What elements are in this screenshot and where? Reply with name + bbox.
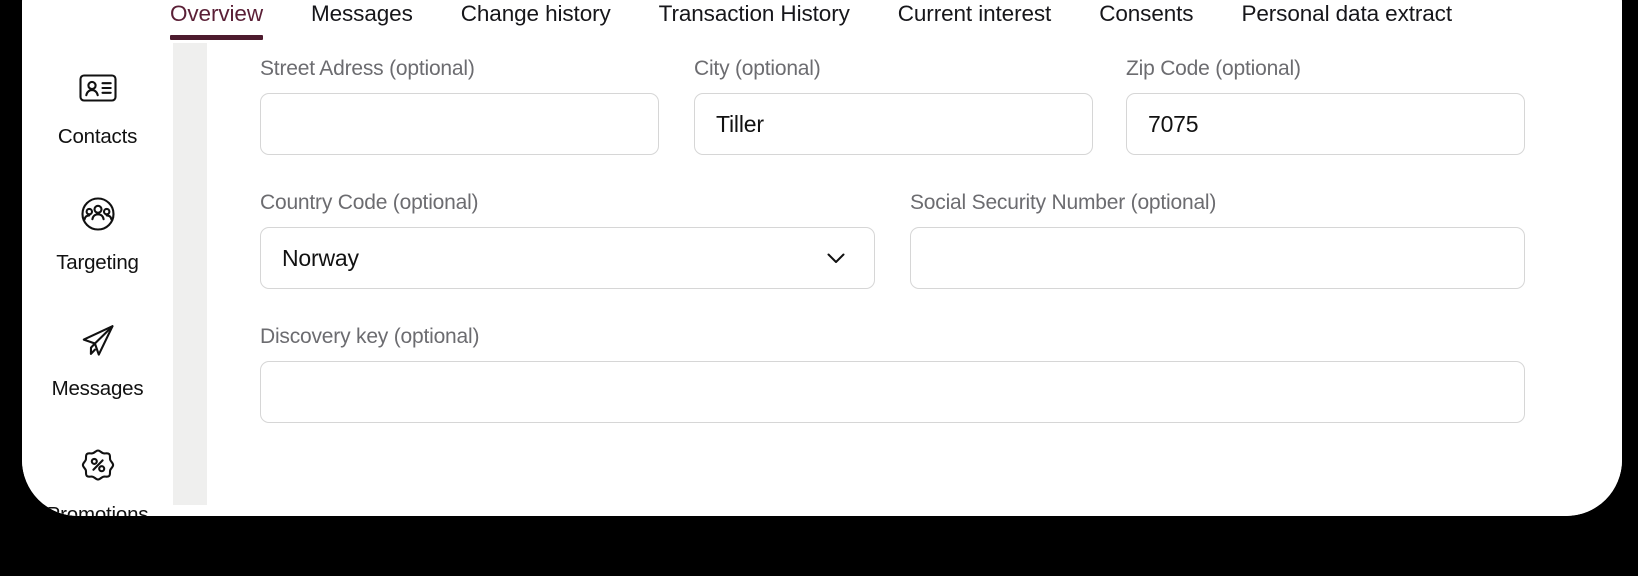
street-address-input[interactable]: [260, 93, 659, 155]
tab-transaction-history[interactable]: Transaction History: [659, 0, 850, 40]
percent-badge-icon: [75, 443, 121, 489]
tab-consents[interactable]: Consents: [1099, 0, 1193, 40]
city-input[interactable]: Tiller: [694, 93, 1093, 155]
tab-bar: Overview Messages Change history Transac…: [22, 0, 1622, 43]
tab-label: Change history: [460, 1, 611, 26]
sidebar-item-label: Contacts: [57, 125, 138, 148]
tab-label: Consents: [1099, 1, 1194, 26]
tab-current-interest[interactable]: Current interest: [897, 0, 1052, 40]
field-country-code: Country Code (optional) Norway: [260, 190, 875, 289]
ssn-label: Social Security Number (optional): [910, 191, 1217, 214]
zip-code-label: Zip Code (optional): [1126, 57, 1301, 80]
people-circle-icon: [75, 191, 121, 237]
discovery-key-input[interactable]: [260, 361, 1525, 423]
country-code-label: Country Code (optional): [260, 191, 479, 214]
discovery-key-label: Discovery key (optional): [260, 325, 480, 348]
tab-personal-data-extract[interactable]: Personal data extract: [1241, 0, 1452, 40]
chevron-down-icon: [823, 245, 849, 271]
ssn-input[interactable]: [910, 227, 1525, 289]
tab-label: Overview: [170, 1, 263, 26]
field-city: City (optional) Tiller: [694, 56, 1093, 155]
city-label: City (optional): [694, 57, 821, 80]
tab-change-history[interactable]: Change history: [461, 0, 611, 40]
app-window: Overview Messages Change history Transac…: [22, 0, 1622, 516]
tab-label: Personal data extract: [1241, 1, 1452, 26]
country-code-select[interactable]: Norway: [260, 227, 875, 289]
overview-form-panel: Street Adress (optional) City (optional)…: [207, 43, 1622, 516]
sidebar-item-label: Messages: [51, 377, 144, 400]
id-card-icon: [75, 65, 121, 111]
sidebar-nav: Contacts Targeting Messages Promotions: [22, 43, 173, 516]
field-zip-code: Zip Code (optional) 7075: [1126, 56, 1525, 155]
sidebar-item-targeting[interactable]: Targeting: [22, 177, 173, 303]
sidebar-item-label: Targeting: [56, 251, 139, 274]
tab-label: Current interest: [897, 1, 1052, 26]
sidebar-item-messages[interactable]: Messages: [22, 303, 173, 429]
zip-code-value: 7075: [1148, 110, 1199, 137]
paper-plane-icon: [75, 317, 121, 363]
sidebar-item-label: Promotions: [46, 503, 149, 516]
field-social-security-number: Social Security Number (optional): [910, 190, 1525, 289]
form-row-address: Street Adress (optional) City (optional)…: [260, 56, 1525, 155]
panel-gutter: [173, 43, 207, 505]
form-row-country-ssn: Country Code (optional) Norway Social Se…: [260, 190, 1525, 289]
sidebar-item-contacts[interactable]: Contacts: [22, 51, 173, 177]
sidebar-item-promotions[interactable]: Promotions: [22, 429, 173, 516]
field-discovery-key: Discovery key (optional): [260, 324, 1525, 423]
country-code-value: Norway: [282, 244, 359, 271]
street-address-label: Street Adress (optional): [260, 57, 475, 80]
zip-code-input[interactable]: 7075: [1126, 93, 1525, 155]
tab-messages[interactable]: Messages: [311, 0, 413, 40]
tab-overview[interactable]: Overview: [170, 0, 263, 40]
field-street-address: Street Adress (optional): [260, 56, 659, 155]
tab-label: Messages: [310, 1, 413, 26]
tab-label: Transaction History: [658, 1, 850, 26]
form-row-discovery-key: Discovery key (optional): [260, 324, 1525, 423]
city-value: Tiller: [716, 110, 764, 137]
